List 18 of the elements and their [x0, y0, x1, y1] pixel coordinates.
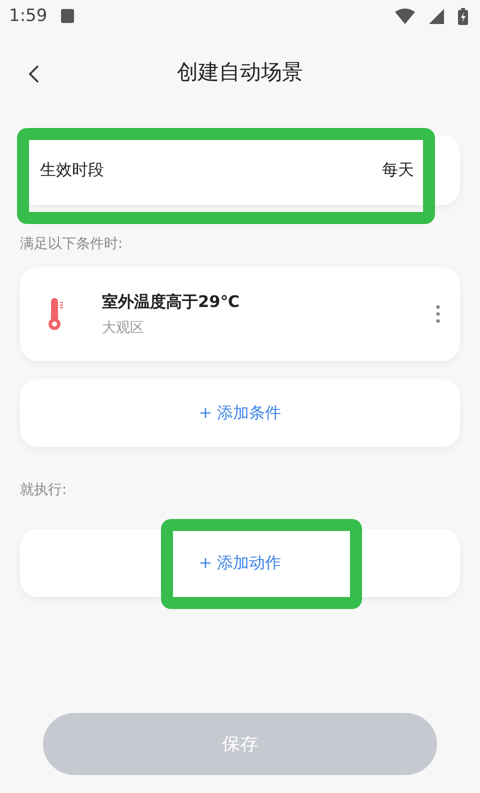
- thermometer-icon: [48, 298, 64, 330]
- wifi-icon: [395, 8, 415, 24]
- schedule-value: 每天: [382, 160, 414, 180]
- add-action-button[interactable]: + 添加动作: [190, 548, 290, 578]
- signal-icon: [429, 8, 444, 24]
- page-title: 创建自动场景: [177, 59, 303, 86]
- add-condition-button[interactable]: + 添加条件: [190, 398, 290, 428]
- conditions-label: 满足以下条件时:: [20, 235, 124, 253]
- schedule-label: 生效时段: [40, 160, 104, 180]
- status-time: 1:59: [9, 6, 48, 26]
- actions-label: 就执行:: [20, 481, 68, 499]
- condition-location: 大观区: [102, 318, 145, 336]
- battery-icon: [458, 8, 468, 24]
- condition-card[interactable]: 室外温度高于29℃ 大观区: [20, 267, 460, 361]
- condition-title: 室外温度高于29℃: [102, 292, 241, 312]
- notification-icon: [61, 9, 74, 23]
- back-icon[interactable]: [28, 64, 40, 84]
- more-icon[interactable]: [436, 305, 440, 323]
